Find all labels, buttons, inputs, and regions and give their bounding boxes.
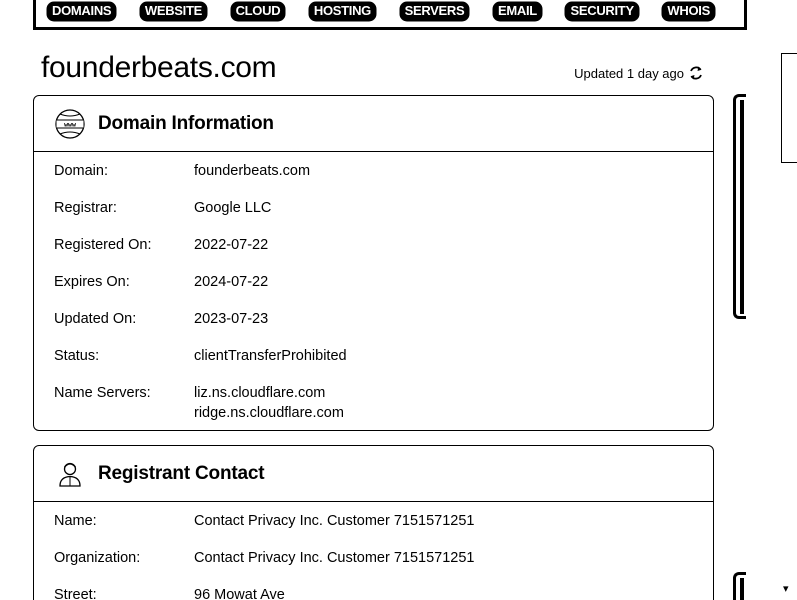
registrant-contact-title: Registrant Contact xyxy=(98,462,265,484)
row-status: Status: clientTransferProhibited xyxy=(34,346,713,366)
value-expires-on: 2024-07-22 xyxy=(194,274,269,290)
scroll-down-icon[interactable]: ▾ xyxy=(783,583,789,595)
row-organization: Organization: Contact Privacy Inc. Custo… xyxy=(34,548,713,568)
nav-security-label: SECURITY xyxy=(570,3,634,18)
registrant-contact-header: Registrant Contact xyxy=(34,446,713,502)
side-scrollbar-thumb-lower[interactable] xyxy=(740,578,744,600)
value-registrar: Google LLC xyxy=(194,200,272,216)
label-updated-on: Updated On: xyxy=(54,311,137,327)
nav-email-label: EMAIL xyxy=(497,3,537,18)
registrant-contact-rows: Name: Contact Privacy Inc. Customer 7151… xyxy=(34,502,713,600)
nav-website[interactable]: WEBSITE xyxy=(140,3,206,20)
nav-hosting-label: HOSTING xyxy=(313,3,371,18)
user-icon xyxy=(54,458,86,490)
row-name: Name: Contact Privacy Inc. Customer 7151… xyxy=(34,511,713,531)
name-server-1: liz.ns.cloudflare.com xyxy=(194,385,326,401)
row-registrar: Registrar: Google LLC xyxy=(34,198,713,218)
name-server-2: ridge.ns.cloudflare.com xyxy=(194,405,344,421)
nav-whois-label: WHOIS xyxy=(667,3,710,18)
label-registrar: Registrar: xyxy=(54,200,117,216)
domain-information-rows: Domain: founderbeats.com Registrar: Goog… xyxy=(34,152,713,423)
nav-cloud[interactable]: CLOUD xyxy=(231,3,285,20)
value-street: 96 Mowat Ave xyxy=(194,587,285,600)
label-status: Status: xyxy=(54,348,100,364)
nav-website-label: WEBSITE xyxy=(144,3,202,18)
updated-text: Updated 1 day ago xyxy=(574,65,684,81)
nav-domains-label: DOMAINS xyxy=(52,3,112,18)
top-navigation: DOMAINS WEBSITE CLOUD HOSTING SERVERS EM… xyxy=(33,0,747,30)
row-registered-on: Registered On: 2022-07-22 xyxy=(34,235,713,255)
registrant-contact-card: Registrant Contact Name: Contact Privacy… xyxy=(33,445,714,600)
updated-status: Updated 1 day ago xyxy=(574,65,704,81)
nav-domains[interactable]: DOMAINS xyxy=(48,3,116,20)
value-registered-on: 2022-07-22 xyxy=(194,237,269,253)
label-expires-on: Expires On: xyxy=(54,274,130,290)
label-name-servers: Name Servers: xyxy=(54,385,151,401)
value-name-servers: liz.ns.cloudflare.com ridge.ns.cloudflar… xyxy=(194,383,713,423)
refresh-icon[interactable] xyxy=(688,65,704,81)
label-street: Street: xyxy=(54,587,97,600)
row-domain: Domain: founderbeats.com xyxy=(34,161,713,181)
domain-information-card: www Domain Information Domain: founderbe… xyxy=(33,95,714,431)
value-organization: Contact Privacy Inc. Customer 7151571251 xyxy=(194,550,475,566)
value-updated-on: 2023-07-23 xyxy=(194,311,269,327)
row-name-servers: Name Servers: liz.ns.cloudflare.com ridg… xyxy=(34,383,713,423)
label-name: Name: xyxy=(54,513,97,529)
row-street: Street: 96 Mowat Ave xyxy=(34,585,713,600)
label-registered-on: Registered On: xyxy=(54,237,152,253)
nav-hosting[interactable]: HOSTING xyxy=(309,3,375,20)
side-scrollbar-thumb[interactable] xyxy=(740,100,744,314)
nav-security[interactable]: SECURITY xyxy=(566,3,638,20)
value-name: Contact Privacy Inc. Customer 7151571251 xyxy=(194,513,475,529)
value-domain: founderbeats.com xyxy=(194,163,311,179)
nav-whois[interactable]: WHOIS xyxy=(663,3,714,20)
value-status: clientTransferProhibited xyxy=(194,348,347,364)
nav-servers-label: SERVERS xyxy=(404,3,465,18)
label-organization: Organization: xyxy=(54,550,141,566)
row-updated-on: Updated On: 2023-07-23 xyxy=(34,309,713,329)
row-expires-on: Expires On: 2024-07-22 xyxy=(34,272,713,292)
svg-text:www: www xyxy=(64,120,76,128)
nav-cloud-label: CLOUD xyxy=(235,3,281,18)
domain-information-header: www Domain Information xyxy=(34,96,713,152)
www-icon: www xyxy=(54,108,86,140)
page-title: founderbeats.com xyxy=(41,51,277,84)
domain-information-title: Domain Information xyxy=(98,112,274,134)
nav-servers[interactable]: SERVERS xyxy=(400,3,469,20)
nav-email[interactable]: EMAIL xyxy=(493,3,541,20)
side-panel-bracket xyxy=(781,53,797,163)
label-domain: Domain: xyxy=(54,163,108,179)
